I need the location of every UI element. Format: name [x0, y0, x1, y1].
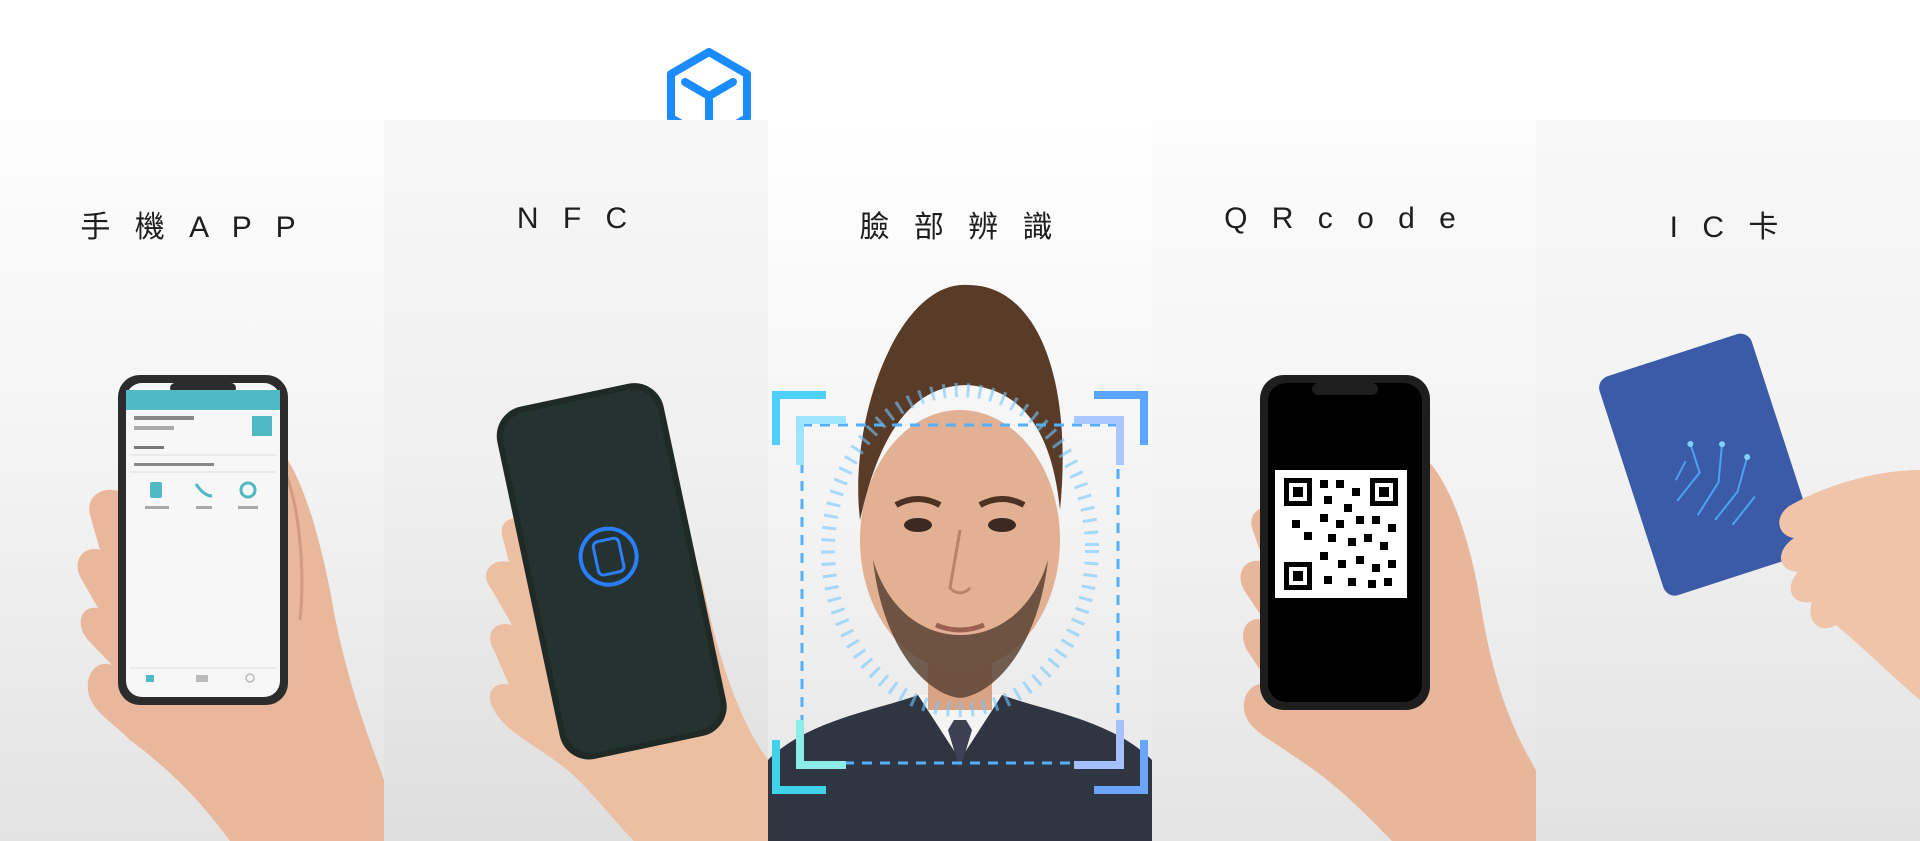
panel-face-recognition: 臉 部 辨 識 — [768, 120, 1152, 841]
face-scan-illustration — [768, 284, 1152, 841]
panel-nfc: N F C — [384, 120, 768, 841]
hand-phone-app-illustration — [77, 375, 384, 841]
hand-phone-qr-illustration — [1240, 375, 1536, 841]
panel-ic-card: I C 卡 — [1536, 120, 1920, 841]
hand-phone-nfc-illustration — [486, 383, 768, 841]
unlock-methods: 手 機 A P P N F C 臉 部 辨 識 Q R c o d e I C … — [0, 0, 1920, 841]
panel-qr-code: Q R c o d e — [1152, 120, 1536, 841]
hand-ic-card-illustration — [1599, 333, 1920, 700]
panel-mobile-app: 手 機 A P P — [0, 120, 384, 841]
